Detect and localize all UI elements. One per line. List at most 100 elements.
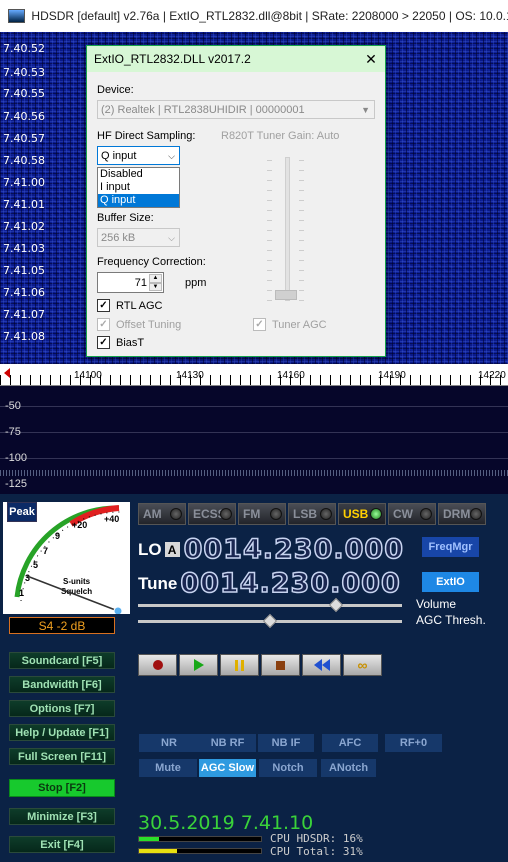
check-icon: ✓ (97, 299, 110, 312)
mode-label: CW (393, 507, 413, 521)
anotch-toggle[interactable]: ANotch (321, 759, 376, 777)
mode-label: USB (343, 507, 369, 521)
s-meter-readout: S4 -2 dB (9, 617, 115, 634)
frequency-label: 14220 (478, 370, 506, 381)
nr-toggle[interactable]: NR (139, 734, 199, 752)
cpu-total-text: CPU Total: 31% (270, 845, 363, 858)
tuner-gain-slider-thumb[interactable] (275, 290, 297, 300)
rf-gain-toggle[interactable]: RF+0 (385, 734, 442, 752)
agc-threshold-slider[interactable] (138, 613, 402, 629)
soundcard-button[interactable]: Soundcard [F5] (9, 652, 115, 669)
mode-lsb-button[interactable]: LSB (288, 503, 336, 525)
dropdown-option[interactable]: Q input (98, 194, 179, 207)
freq-correction-input[interactable]: 71 ▲ ▼ (97, 272, 164, 293)
close-icon[interactable]: ✕ (358, 46, 384, 72)
loop-icon: ∞ (357, 657, 368, 673)
tuner-agc-checkbox[interactable]: ✓ Tuner AGC (253, 318, 327, 331)
db-label: -100 (5, 452, 28, 464)
offset-tuning-label: Offset Tuning (116, 318, 182, 331)
frequency-label: 14160 (277, 370, 305, 381)
dropdown-option[interactable]: I input (98, 181, 179, 194)
mode-usb-button[interactable]: USB (338, 503, 386, 525)
time-label: 7.41.06 (3, 286, 45, 299)
cpu-hdsdr-text: CPU HDSDR: 16% (270, 832, 363, 845)
freqmgr-button[interactable]: FreqMgr (422, 537, 479, 557)
check-icon: ✓ (97, 336, 110, 349)
meter-scale-label: 9 (55, 531, 60, 541)
loop-button[interactable]: ∞ (343, 654, 382, 676)
minimize-button[interactable]: Minimize [F3] (9, 808, 115, 825)
time-label: 7.41.05 (3, 264, 45, 277)
cpu-hdsdr-bar (138, 836, 262, 842)
check-icon: ✓ (253, 318, 266, 331)
direct-sampling-dropdown: Disabled I input Q input (97, 167, 180, 208)
full-screen-button[interactable]: Full Screen [F11] (9, 748, 115, 765)
mode-cw-button[interactable]: CW (388, 503, 436, 525)
device-select[interactable]: (2) Realtek | RTL2838UHIDIR | 00000001 ▼ (97, 100, 375, 119)
meter-squelch-knob[interactable] (113, 606, 123, 614)
time-label: 7.40.55 (3, 87, 45, 100)
afc-toggle[interactable]: AFC (322, 734, 378, 752)
spin-down-icon[interactable]: ▼ (149, 282, 162, 291)
frequency-ruler[interactable]: 14100 14130 14160 14190 14220 (0, 364, 508, 386)
device-select-value: (2) Realtek | RTL2838UHIDIR | 00000001 (101, 103, 305, 116)
chevron-down-icon: ▼ (361, 105, 370, 115)
buffer-size-select-value: 256 kB (101, 231, 136, 244)
nb-rf-toggle[interactable]: NB RF (199, 734, 256, 752)
volume-slider[interactable] (138, 597, 402, 613)
lo-lock-badge[interactable]: A (164, 542, 180, 557)
meter-scale-label: +20 (72, 520, 87, 530)
stop-button[interactable]: Stop [F2] (9, 779, 115, 797)
volume-label: Volume (416, 597, 457, 611)
led-icon (170, 508, 182, 520)
buffer-size-select[interactable]: 256 kB ⌵ (97, 228, 180, 247)
mode-am-button[interactable]: AM (138, 503, 186, 525)
offset-tuning-checkbox[interactable]: ✓ Offset Tuning (97, 318, 181, 331)
mode-fm-button[interactable]: FM (238, 503, 286, 525)
led-icon (470, 508, 482, 520)
extio-button[interactable]: ExtIO (422, 572, 479, 592)
pause-button[interactable] (220, 654, 259, 676)
record-button[interactable] (138, 654, 177, 676)
exit-button[interactable]: Exit [F4] (9, 836, 115, 853)
options-button[interactable]: Options [F7] (9, 700, 115, 717)
direct-sampling-select[interactable]: Q input ⌵ (97, 146, 180, 165)
rtl-agc-checkbox[interactable]: ✓ RTL AGC (97, 299, 162, 312)
mode-drm-button[interactable]: DRM (438, 503, 486, 525)
notch-toggle[interactable]: Notch (259, 759, 317, 777)
bandwidth-button[interactable]: Bandwidth [F6] (9, 676, 115, 693)
play-button[interactable] (179, 654, 218, 676)
agc-slow-toggle[interactable]: AGC Slow (199, 759, 256, 777)
tuner-gain-slider[interactable] (285, 157, 290, 301)
mute-toggle[interactable]: Mute (139, 759, 197, 777)
peak-button[interactable]: Peak (7, 502, 37, 522)
led-icon (420, 508, 432, 520)
stop-icon (276, 660, 285, 670)
date-time-display: 30.5.2019 7.41.10 (138, 812, 314, 834)
spectrum-trace (0, 470, 508, 476)
rewind-button[interactable] (302, 654, 341, 676)
spectrum-display[interactable]: -50 -75 -100 -125 (0, 386, 508, 494)
tune-frequency-row: Tune 0014.230.000 (138, 567, 401, 600)
stop-playback-button[interactable] (261, 654, 300, 676)
help-update-button[interactable]: Help / Update [F1] (9, 724, 115, 741)
nb-if-toggle[interactable]: NB IF (258, 734, 314, 752)
freq-correction-value: 71 (134, 276, 147, 289)
tune-frequency-display[interactable]: 0014.230.000 (180, 567, 401, 600)
meter-scale-label: 7 (43, 546, 48, 556)
check-icon: ✓ (97, 318, 110, 331)
transport-controls: ∞ (138, 654, 382, 676)
db-label: -125 (5, 478, 28, 490)
mode-ecss-button[interactable]: ECSS (188, 503, 236, 525)
mode-label: FM (243, 507, 261, 521)
dropdown-option[interactable]: Disabled (98, 168, 179, 181)
biast-checkbox[interactable]: ✓ BiasT (97, 336, 144, 349)
title-bar: HDSDR [default] v2.76a | ExtIO_RTL2832.d… (0, 0, 508, 32)
lo-frequency-display[interactable]: 0014.230.000 (183, 533, 404, 566)
agc-threshold-label: AGC Thresh. (416, 613, 486, 627)
rewind-icon (313, 659, 330, 671)
dialog-title-bar: ExtIO_RTL2832.DLL v2017.2 ✕ (87, 46, 385, 72)
spin-up-icon[interactable]: ▲ (149, 274, 162, 283)
time-label: 7.41.00 (3, 176, 45, 189)
frequency-label: 14130 (176, 370, 204, 381)
